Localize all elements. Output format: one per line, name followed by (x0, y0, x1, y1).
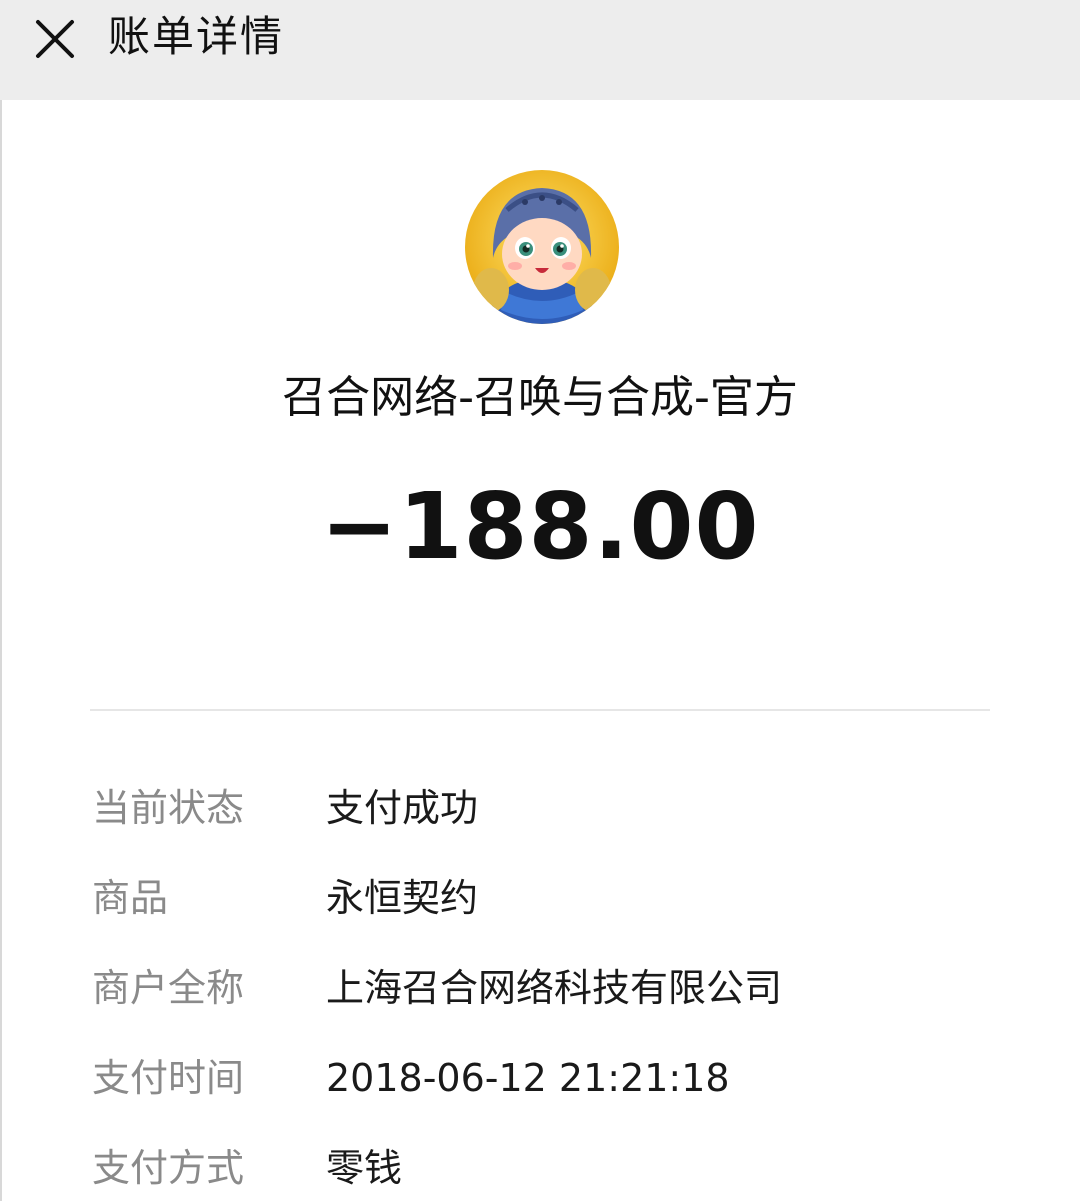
detail-row-merchant: 商户全称 上海召合网络科技有限公司 (90, 958, 990, 1018)
detail-value: 永恒契约 (326, 876, 479, 920)
detail-row-product: 商品 永恒契约 (90, 868, 990, 928)
detail-label: 支付时间 (92, 1056, 245, 1100)
game-character-avatar-icon (465, 170, 619, 324)
detail-row-status: 当前状态 支付成功 (90, 778, 990, 838)
left-border (0, 100, 2, 1201)
detail-row-pay-time: 支付时间 2018-06-12 21:21:18 (90, 1048, 990, 1108)
page-title: 账单详情 (108, 12, 285, 61)
merchant-name: 召合网络-召唤与合成-官方 (282, 372, 798, 423)
bill-detail-page: 账单详情 召合网络-召唤与合成-官方 −188.00 当前状态 支付成功 商品 … (0, 0, 1080, 1201)
detail-value: 上海召合网络科技有限公司 (326, 966, 783, 1010)
detail-value: 支付成功 (326, 786, 479, 830)
detail-row-pay-method: 支付方式 零钱 (90, 1138, 990, 1198)
detail-label: 支付方式 (92, 1146, 245, 1190)
merchant-avatar (465, 170, 619, 324)
close-icon (36, 20, 74, 58)
detail-label: 商户全称 (92, 966, 245, 1010)
detail-label: 商品 (92, 876, 169, 920)
detail-label: 当前状态 (92, 786, 245, 830)
amount: −188.00 (320, 473, 760, 580)
divider (90, 709, 990, 711)
detail-value: 零钱 (326, 1146, 403, 1190)
top-bar: 账单详情 (0, 0, 1080, 100)
close-button[interactable] (22, 6, 88, 72)
detail-value: 2018-06-12 21:21:18 (326, 1056, 730, 1100)
